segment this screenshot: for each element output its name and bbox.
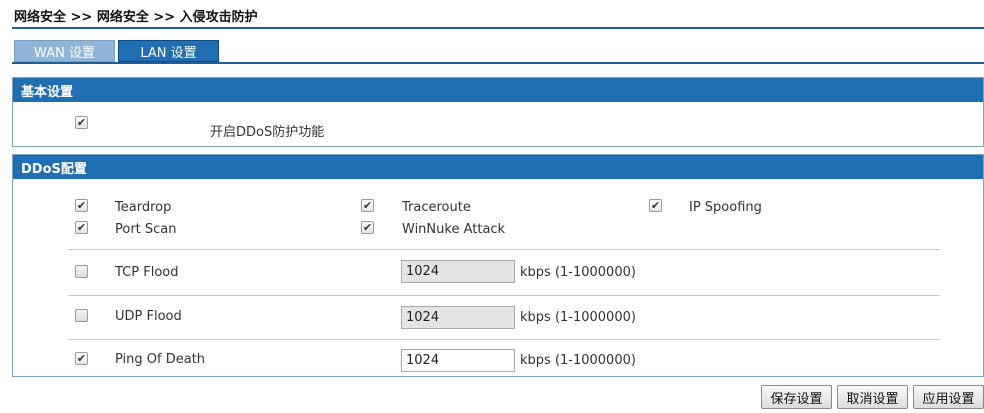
tcp-flood-label: TCP Flood [115, 265, 179, 280]
traceroute-label: Traceroute [402, 200, 471, 215]
traceroute-checkbox[interactable]: ✔ [361, 199, 374, 212]
ip-spoofing-label: IP Spoofing [689, 200, 762, 215]
apply-button[interactable]: 应用设置 [913, 385, 984, 409]
tcp-flood-input[interactable]: 1024 [401, 260, 515, 283]
port-scan-label: Port Scan [115, 222, 177, 237]
tab-lan-settings[interactable]: LAN 设置 [118, 40, 219, 62]
teardrop-label: Teardrop [115, 200, 172, 215]
divider [68, 249, 940, 250]
ping-of-death-input[interactable]: 1024 [401, 349, 515, 372]
basic-settings-header: 基本设置 [13, 78, 983, 102]
tcp-flood-checkbox[interactable] [75, 265, 88, 278]
ip-spoofing-checkbox[interactable]: ✔ [649, 199, 662, 212]
udp-flood-label: UDP Flood [115, 309, 182, 324]
ping-of-death-checkbox[interactable]: ✔ [75, 352, 88, 365]
ping-of-death-unit: kbps (1-1000000) [520, 353, 636, 368]
cancel-button[interactable]: 取消设置 [837, 385, 908, 409]
ddos-config-header: DDoS配置 [13, 155, 983, 179]
tab-bar: WAN 设置 LAN 设置 [14, 40, 219, 62]
ping-of-death-label: Ping Of Death [115, 352, 206, 367]
check-icon: ✔ [362, 199, 373, 212]
check-icon: ✔ [76, 116, 87, 129]
udp-flood-unit: kbps (1-1000000) [520, 310, 636, 325]
port-scan-checkbox[interactable]: ✔ [75, 221, 88, 234]
check-icon: ✔ [76, 199, 87, 212]
winnuke-checkbox[interactable]: ✔ [361, 221, 374, 234]
save-button[interactable]: 保存设置 [761, 385, 832, 409]
udp-flood-input[interactable]: 1024 [401, 306, 515, 329]
breadcrumb: 网络安全 >> 网络安全 >> 入侵攻击防护 [14, 10, 258, 25]
tab-wan-settings[interactable]: WAN 设置 [14, 40, 115, 62]
basic-settings-panel: 基本设置 ✔ 开启DDoS防护功能 [12, 77, 984, 147]
divider [68, 339, 940, 340]
ddos-config-panel: DDoS配置 ✔ Teardrop ✔ Traceroute ✔ IP Spoo… [12, 154, 984, 377]
tab-underline [12, 62, 984, 64]
check-icon: ✔ [76, 352, 87, 365]
header-divider [12, 27, 984, 29]
check-icon: ✔ [76, 221, 87, 234]
check-icon: ✔ [650, 199, 661, 212]
divider [68, 295, 940, 296]
ddos-enable-checkbox[interactable]: ✔ [75, 116, 88, 129]
tcp-flood-unit: kbps (1-1000000) [520, 265, 636, 280]
ddos-enable-label: 开启DDoS防护功能 [210, 125, 325, 140]
teardrop-checkbox[interactable]: ✔ [75, 199, 88, 212]
winnuke-label: WinNuke Attack [402, 222, 506, 237]
check-icon: ✔ [362, 221, 373, 234]
udp-flood-checkbox[interactable] [75, 309, 88, 322]
